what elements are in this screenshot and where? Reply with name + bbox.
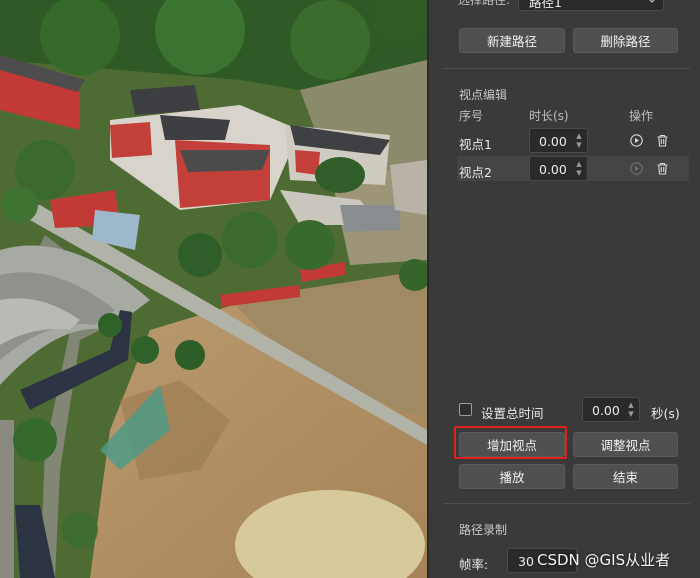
total-time-spinbox[interactable]: 0.00 ▲ ▼ [582, 397, 640, 422]
adjust-viewpoint-button[interactable]: 调整视点 [573, 432, 678, 457]
duration-value: 0.00 [539, 134, 567, 149]
end-button[interactable]: 结束 [573, 464, 678, 489]
route-select-value: 路径1 [529, 0, 562, 10]
total-time-label: 设置总时间 [481, 406, 544, 421]
total-time-unit: 秒(s) [651, 406, 680, 421]
red-highlight-box [454, 426, 567, 459]
delete-route-button[interactable]: 删除路径 [573, 28, 678, 53]
fps-value: 30 [518, 554, 534, 569]
viewpoint-name: 视点1 [459, 137, 492, 152]
spin-arrows-icon[interactable]: ▲ ▼ [575, 132, 583, 150]
column-header-actions: 操作 [629, 109, 654, 123]
new-route-button[interactable]: 新建路径 [459, 28, 565, 53]
spin-arrows-icon[interactable]: ▲ ▼ [575, 160, 583, 178]
route-select-label: 选择路径: [458, 0, 511, 7]
route-control-panel: 选择路径: 路径1 新建路径 删除路径 视点编辑 序号 时长(s) 操作 视点1… [427, 0, 700, 578]
play-viewpoint-icon[interactable] [630, 134, 643, 147]
play-button[interactable]: 播放 [459, 464, 565, 489]
play-viewpoint-icon[interactable] [630, 162, 643, 175]
viewpoint-editor-title: 视点编辑 [459, 88, 508, 102]
aerial-scene-image [0, 0, 427, 578]
spin-arrows-icon[interactable]: ▲ ▼ [627, 401, 635, 419]
total-time-value: 0.00 [592, 403, 620, 418]
section-divider [443, 503, 690, 504]
fps-label: 帧率: [459, 557, 489, 572]
viewpoint-name: 视点2 [459, 165, 492, 180]
watermark-text: CSDN @GIS从业者 [537, 551, 671, 569]
column-header-index: 序号 [459, 109, 484, 123]
total-time-checkbox[interactable] [459, 403, 472, 416]
duration-spinbox[interactable]: 0.00 ▲ ▼ [529, 128, 588, 153]
route-select[interactable]: 路径1 [518, 0, 664, 11]
duration-spinbox[interactable]: 0.00 ▲ ▼ [529, 156, 588, 181]
delete-viewpoint-icon[interactable] [656, 134, 669, 147]
column-header-duration: 时长(s) [529, 109, 569, 123]
chevron-down-icon [649, 0, 655, 3]
3d-scene-viewport[interactable] [0, 0, 427, 578]
delete-viewpoint-icon[interactable] [656, 162, 669, 175]
recording-title: 路径录制 [459, 523, 508, 537]
section-divider [443, 68, 690, 69]
duration-value: 0.00 [539, 162, 567, 177]
